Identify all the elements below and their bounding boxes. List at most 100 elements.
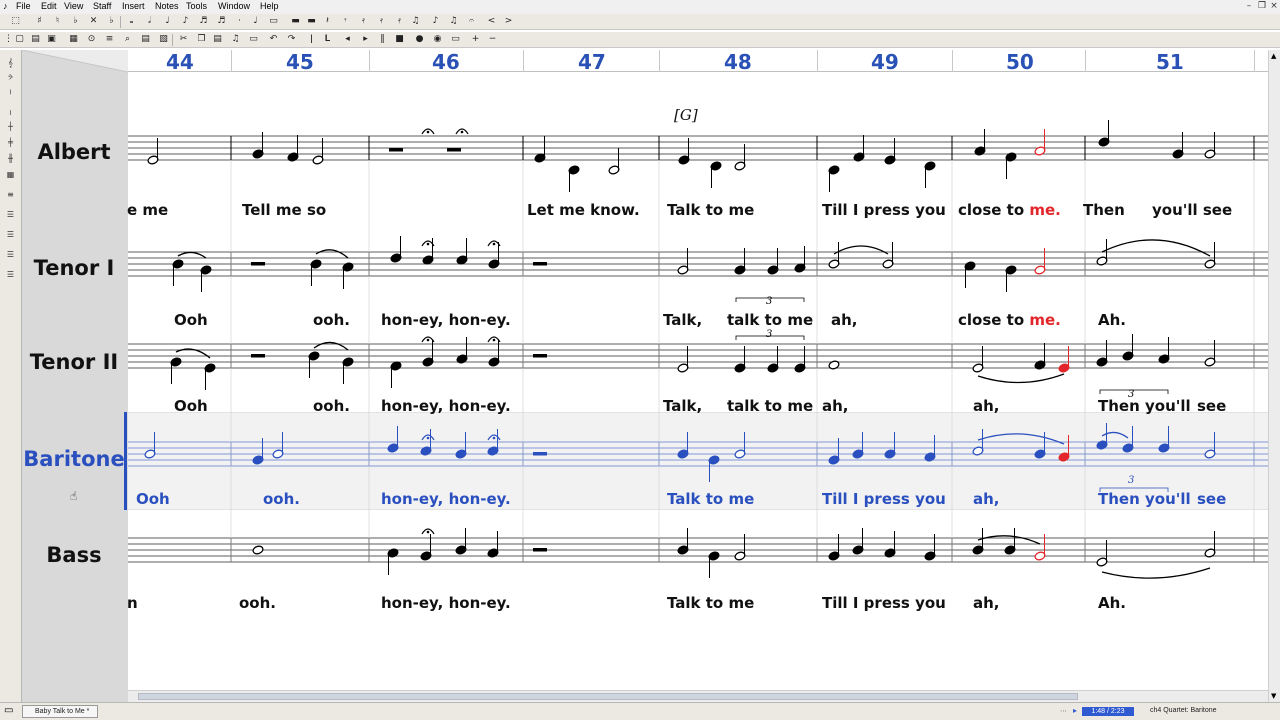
lyric[interactable]: Ah. (1098, 594, 1126, 612)
save-file-icon[interactable]: ▣ (46, 34, 57, 45)
note[interactable] (828, 360, 840, 370)
lyric[interactable]: Till I press you (822, 490, 946, 508)
lyrics-icon[interactable]: 𝐋 (322, 34, 333, 45)
zoom-out-icon[interactable]: − (487, 34, 498, 45)
play-icon[interactable]: ▸ (360, 34, 371, 45)
lyric[interactable]: Then you'll (1098, 397, 1191, 415)
lyric[interactable]: talk to me (727, 311, 813, 329)
select-tool-icon[interactable]: ⬚ (10, 16, 21, 27)
sixteenth-note-icon[interactable]: ♬ (198, 16, 209, 27)
lyric[interactable]: you'll see (1152, 201, 1232, 219)
scroll-up-icon[interactable]: ▲ (1271, 52, 1276, 60)
keyboard-panel-icon[interactable]: ▦ (4, 170, 17, 180)
scroll-down-icon[interactable]: ▼ (1271, 692, 1276, 700)
lyric[interactable]: Then you'll (1098, 490, 1191, 508)
lyric[interactable]: Ooh (174, 311, 208, 329)
quarter-rest-icon[interactable]: 𝄽 (322, 16, 333, 27)
document-tab[interactable]: Baby Talk to Me * (22, 705, 98, 718)
thirty-second-note-icon[interactable]: ♬ (216, 16, 227, 27)
lyric[interactable]: ooh. (313, 397, 350, 415)
lyric[interactable]: Ooh (174, 397, 208, 415)
quarter-note-icon[interactable]: ♩ (162, 16, 173, 27)
measure-number[interactable]: 44 (166, 50, 194, 74)
cue-note-icon[interactable]: ♫ (448, 16, 459, 27)
staff-name-albert[interactable]: Albert (22, 140, 126, 164)
lyric[interactable]: hon-ey, hon-ey. (381, 397, 511, 415)
paste-icon[interactable]: ▤ (212, 34, 223, 45)
lyric[interactable]: Then (1083, 201, 1125, 219)
open-file-icon[interactable]: ▤ (30, 34, 41, 45)
lyric[interactable]: ooh. (313, 311, 350, 329)
stop-icon[interactable]: ■ (394, 34, 405, 45)
insert-measure-icon[interactable]: ♫ (230, 34, 241, 45)
flat-icon[interactable]: ♭ (70, 16, 81, 27)
whole-rest-icon[interactable]: ▬ (290, 16, 301, 27)
notes[interactable] (144, 120, 1216, 578)
lyric[interactable]: Talk to me (667, 201, 754, 219)
lyric[interactable]: ah, (822, 397, 849, 415)
zoom-icon[interactable]: ⌕ (122, 34, 133, 45)
vertical-scrollbar[interactable]: ▲ ▼ (1268, 50, 1280, 702)
stem-up-icon[interactable]: ╵ (4, 90, 17, 100)
fermata-icon[interactable]: 𝄐 (466, 16, 477, 27)
tracks-icon[interactable]: ☰ (4, 250, 17, 260)
lyric[interactable]: close to me. (958, 311, 1061, 329)
staff-name-tenor-1[interactable]: Tenor I (22, 256, 126, 280)
app-icon[interactable]: ♪ (3, 1, 8, 11)
new-file-icon[interactable]: ▢ (14, 34, 25, 45)
sixteenth-rest-icon[interactable]: 𝄿 (358, 16, 369, 27)
double-flat-icon[interactable]: ♭ (106, 16, 117, 27)
zoom-in-icon[interactable]: + (470, 34, 481, 45)
measure-number[interactable]: 46 (432, 50, 460, 74)
cut-icon[interactable]: ✂ (178, 34, 189, 45)
delete-measure-icon[interactable]: ▭ (248, 34, 259, 45)
lyric[interactable]: Let me know. (527, 201, 640, 219)
menu-file[interactable]: File (16, 1, 31, 11)
lyric[interactable]: ah, (973, 490, 1000, 508)
lyric[interactable]: hon-ey, hon-ey. (381, 311, 511, 329)
lyric[interactable]: see (1197, 397, 1226, 415)
restore-icon[interactable]: ❐ (1257, 1, 1267, 11)
page-setup-icon[interactable]: ▤ (140, 34, 151, 45)
metronome-icon[interactable]: ◉ (432, 34, 443, 45)
lyric[interactable]: Talk, (663, 397, 702, 415)
menu-help[interactable]: Help (260, 1, 279, 11)
layout-icon[interactable]: ▧ (158, 34, 169, 45)
half-note-icon[interactable]: 𝅗𝅥 (144, 16, 155, 27)
lyric[interactable]: close to me. (958, 201, 1061, 219)
rewind-icon[interactable]: ◂ (342, 34, 353, 45)
copy-icon[interactable]: ❐ (196, 34, 207, 45)
lyric[interactable]: ah, (831, 311, 858, 329)
lyric[interactable]: ooh. (263, 490, 300, 508)
chord-icon[interactable]: ☰ (4, 270, 17, 280)
menu-insert[interactable]: Insert (122, 1, 145, 11)
eighth-rest-icon[interactable]: 𝄾 (340, 16, 351, 27)
menu-tools[interactable]: Tools (186, 1, 207, 11)
half-rest-icon[interactable]: ▬ (306, 16, 317, 27)
print-icon[interactable]: ▦ (68, 34, 79, 45)
bar-line-icon[interactable]: ┼ (4, 122, 17, 132)
beam-icon[interactable]: ♫ (410, 16, 421, 27)
menu-window[interactable]: Window (218, 1, 250, 11)
playback-time[interactable]: 1:48 / 2:23 (1082, 707, 1134, 716)
play-position-icon[interactable]: ▸ (1073, 706, 1077, 715)
lyric[interactable]: Talk to me (667, 490, 754, 508)
thirty-second-rest-icon[interactable]: 𝄿 (376, 16, 387, 27)
text-insert-icon[interactable]: ǀ (306, 34, 317, 45)
lyric[interactable]: ooh. (239, 594, 276, 612)
lyric[interactable]: Talk, (663, 311, 702, 329)
staff-name-baritone[interactable]: Baritone (22, 447, 126, 471)
horizontal-scrollbar[interactable] (128, 690, 1268, 702)
lyric[interactable]: Tell me so (242, 201, 326, 219)
bass-clef-icon[interactable]: 𝄢 (4, 74, 17, 84)
menu-staff[interactable]: Staff (93, 1, 111, 11)
measure-number[interactable]: 48 (724, 50, 752, 74)
sixty-fourth-rest-icon[interactable]: 𝄿 (394, 16, 405, 27)
note[interactable] (252, 545, 264, 555)
staff-lines-icon[interactable]: ≡ (4, 190, 17, 200)
treble-clef-icon[interactable]: 𝄞 (4, 58, 17, 68)
double-bar-icon[interactable]: ╪ (4, 138, 17, 148)
measure-number[interactable]: 51 (1156, 50, 1184, 74)
staff-properties-icon[interactable]: ≡ (104, 34, 115, 45)
lyric[interactable]: ah, (973, 397, 1000, 415)
